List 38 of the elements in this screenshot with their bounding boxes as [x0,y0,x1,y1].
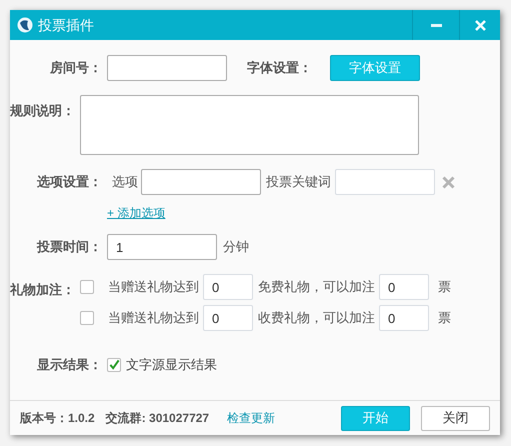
version-text: 版本号：1.0.2 [20,410,95,427]
keyword-label: 投票关键词 [266,173,331,192]
unit-label: 分钟 [223,238,249,256]
field-label: 规则说明： [10,103,75,118]
gift-condition-text: 当赠送礼物达到 [108,278,199,296]
close-button[interactable]: 关闭 [421,406,490,430]
input-field[interactable]: 0 [203,305,253,331]
option-label: 选项 [112,173,138,192]
input-field[interactable]: 1 [107,234,217,260]
close-icon [474,20,486,30]
gift-condition-text: 当赠送礼物达到 [108,309,199,328]
checkbox-label: 文字源显示结果 [126,356,217,374]
delete-icon[interactable] [442,176,455,188]
input-field[interactable] [107,55,227,81]
field-label: 选项设置： [36,173,102,192]
input-field[interactable] [335,169,435,195]
input-field[interactable]: 0 [379,274,429,300]
votes-unit: 票 [438,309,451,328]
checkmark-icon [108,359,120,370]
window-title: 投票插件 [38,16,94,34]
group-number-text: 交流群: 301027727 [106,410,210,427]
votes-unit: 票 [438,278,451,296]
input-field[interactable] [141,169,261,195]
field-label: 房间号： [49,59,102,78]
app-logo-icon [17,17,33,33]
field-label: 投票时间： [36,238,102,256]
checkbox[interactable] [80,280,94,294]
field-label: 礼物加注： [10,282,75,297]
field-label: 字体设置： [247,59,312,78]
rules-textarea[interactable] [80,95,419,155]
field-label: 显示结果： [36,356,102,374]
input-field[interactable]: 0 [203,274,253,300]
checkbox[interactable] [107,358,121,372]
gift-type-text: 收费礼物，可以加注 [258,309,375,328]
minimize-icon [430,24,442,26]
checkbox[interactable] [80,311,94,325]
input-field[interactable]: 0 [379,305,429,331]
gift-type-text: 免费礼物，可以加注 [258,278,375,296]
